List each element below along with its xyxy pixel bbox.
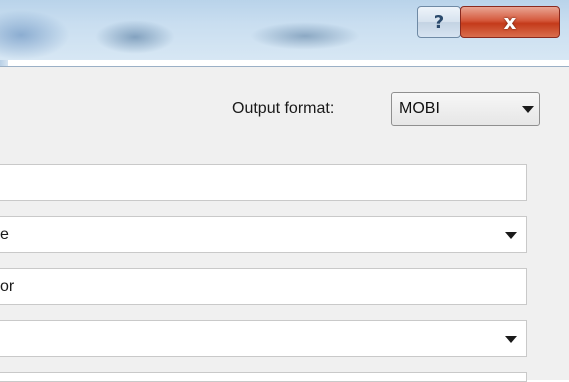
combo-field-1-value: e xyxy=(0,225,9,243)
chevron-down-icon xyxy=(505,232,517,239)
chevron-down-icon xyxy=(505,336,517,343)
text-field-1[interactable] xyxy=(0,164,527,201)
text-field-2[interactable]: or xyxy=(0,268,527,305)
chevron-down-icon xyxy=(522,106,534,113)
text-field-2-value: or xyxy=(0,277,15,295)
output-format-value: MOBI xyxy=(399,100,440,117)
output-format-select[interactable]: MOBI xyxy=(391,92,540,126)
combo-field-1[interactable]: e xyxy=(0,216,527,253)
titlebar-blur-right xyxy=(250,22,360,50)
close-button[interactable]: x xyxy=(460,6,560,38)
text-field-3[interactable] xyxy=(0,372,527,382)
titlebar-blur-left xyxy=(0,10,70,60)
help-icon: ? xyxy=(433,11,445,33)
close-icon: x xyxy=(503,10,517,34)
help-button[interactable]: ? xyxy=(417,6,461,38)
combo-field-2[interactable] xyxy=(0,320,527,357)
window-titlebar: ? x xyxy=(0,0,569,60)
titlebar-blur-mid xyxy=(95,20,175,54)
output-format-label: Output format: xyxy=(232,100,335,117)
